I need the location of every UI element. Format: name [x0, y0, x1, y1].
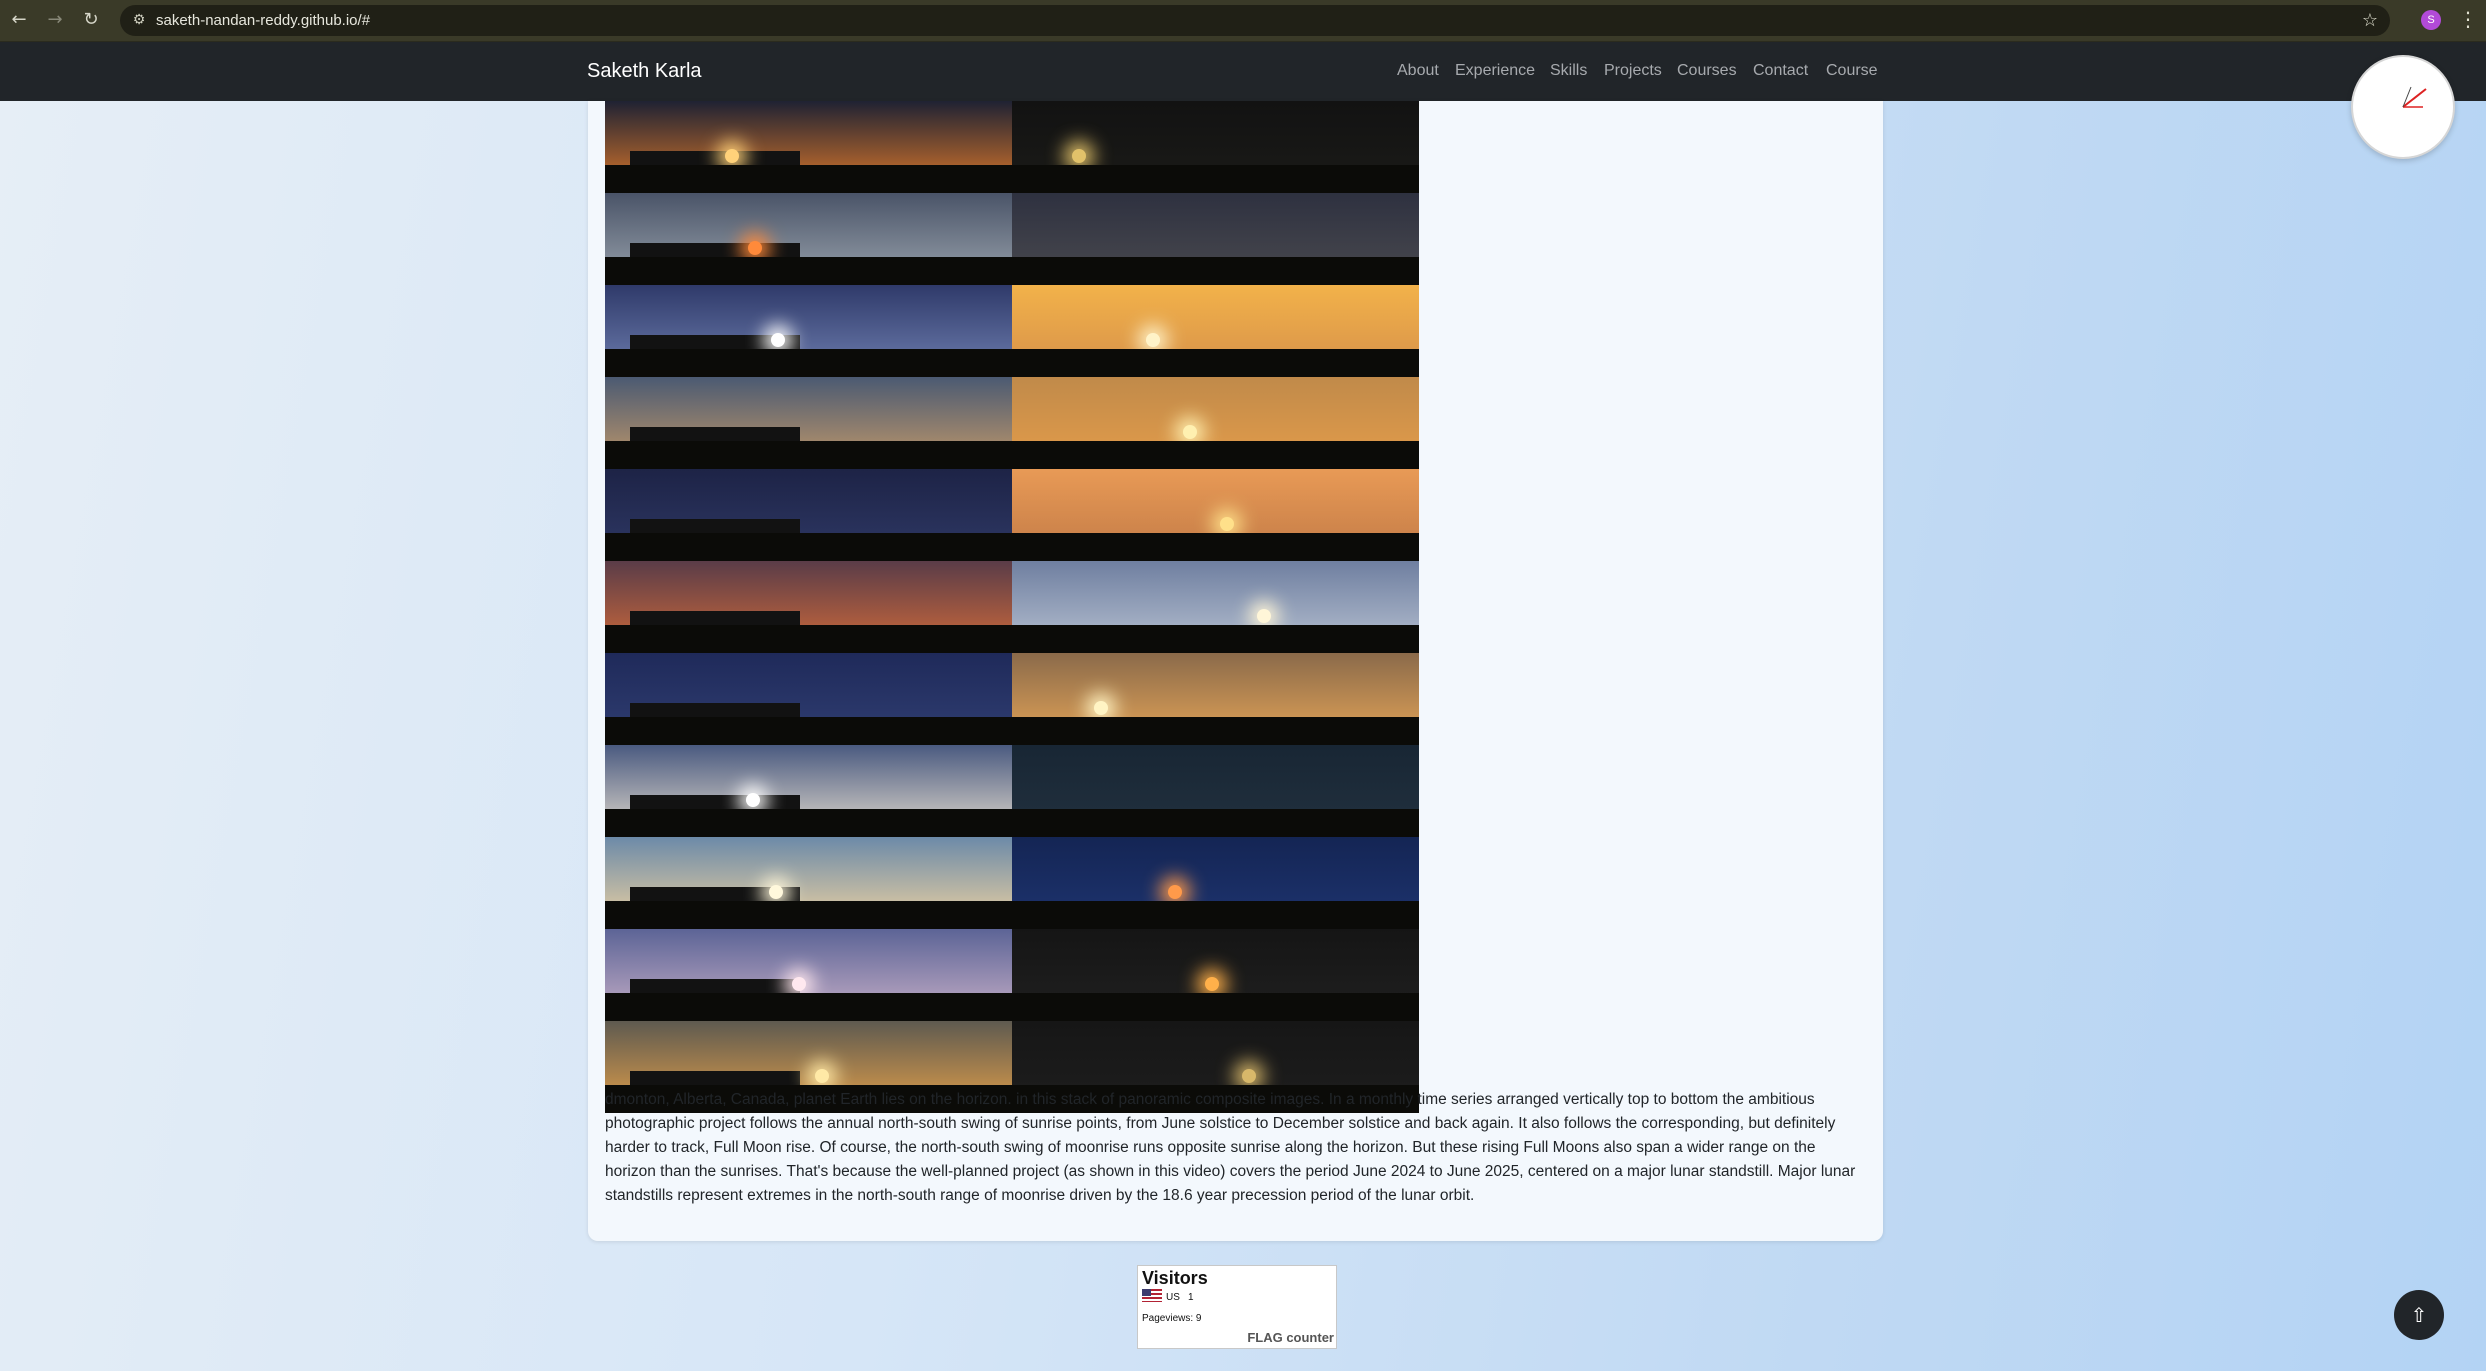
panorama-tile: [605, 561, 1012, 653]
image-description: dmonton, Alberta, Canada, planet Earth l…: [605, 1091, 1856, 1204]
forward-icon[interactable]: →: [44, 9, 66, 31]
nav-link-about[interactable]: About: [1397, 62, 1439, 80]
browser-toolbar: ← → ↻ ⚙ saketh-nandan-reddy.github.io/# …: [0, 0, 2486, 42]
clock-hands-icon: [2402, 86, 2427, 108]
nav-link-contact[interactable]: Contact: [1753, 62, 1808, 80]
visitor-count: 1: [1188, 1292, 1194, 1303]
us-flag-icon: [1142, 1289, 1162, 1302]
panorama-tile: [1012, 837, 1419, 929]
panorama-tile: [1012, 561, 1419, 653]
nav-link-experience[interactable]: Experience: [1455, 62, 1535, 80]
nav-link-courses[interactable]: Courses: [1677, 62, 1737, 80]
nav-link-skills[interactable]: Skills: [1550, 62, 1587, 80]
nav-link-course[interactable]: Course: [1826, 62, 1878, 80]
panorama-tile: [1012, 469, 1419, 561]
visitor-country: US: [1166, 1292, 1180, 1303]
clock-widget: [2351, 55, 2455, 159]
panorama-tile: [605, 101, 1012, 193]
flag-counter-widget[interactable]: Visitors US 1 Pageviews: 9 FLAG counter: [1137, 1265, 1337, 1349]
site-brand[interactable]: Saketh Karla: [587, 60, 702, 83]
panorama-tile: [605, 929, 1012, 1021]
panorama-tile: [1012, 745, 1419, 837]
panorama-tile: [605, 837, 1012, 929]
bookmark-star-icon[interactable]: ☆: [2362, 10, 2378, 31]
browser-menu-icon[interactable]: ⋮: [2458, 7, 2478, 31]
panorama-tile: [605, 469, 1012, 561]
sunrise-moonrise-composite-image: [605, 101, 1419, 1113]
nav-link-projects[interactable]: Projects: [1604, 62, 1662, 80]
panorama-tile: [605, 193, 1012, 285]
panorama-tile: [1012, 193, 1419, 285]
panorama-tile: [605, 745, 1012, 837]
profile-avatar[interactable]: S: [2421, 10, 2441, 30]
panorama-tile: [1012, 377, 1419, 469]
url-text[interactable]: saketh-nandan-reddy.github.io/#: [156, 12, 370, 29]
panorama-tile: [605, 285, 1012, 377]
site-navbar: Saketh Karla About Experience Skills Pro…: [0, 42, 2486, 101]
panorama-tile: [1012, 285, 1419, 377]
pageviews: Pageviews: 9: [1142, 1313, 1202, 1324]
back-to-top-button[interactable]: ⇧: [2394, 1290, 2444, 1340]
reload-icon[interactable]: ↻: [80, 9, 102, 31]
address-bar[interactable]: ⚙ saketh-nandan-reddy.github.io/# ☆: [120, 5, 2390, 36]
panorama-tile: [605, 377, 1012, 469]
panorama-tile: [1012, 101, 1419, 193]
panorama-tile: [605, 653, 1012, 745]
panorama-tile: [1012, 929, 1419, 1021]
visitors-title: Visitors: [1142, 1268, 1208, 1288]
panorama-tile: [1012, 653, 1419, 745]
site-info-icon[interactable]: ⚙: [130, 11, 148, 29]
flag-counter-logo: FLAG counter: [1247, 1330, 1334, 1345]
back-icon[interactable]: ←: [8, 9, 30, 31]
